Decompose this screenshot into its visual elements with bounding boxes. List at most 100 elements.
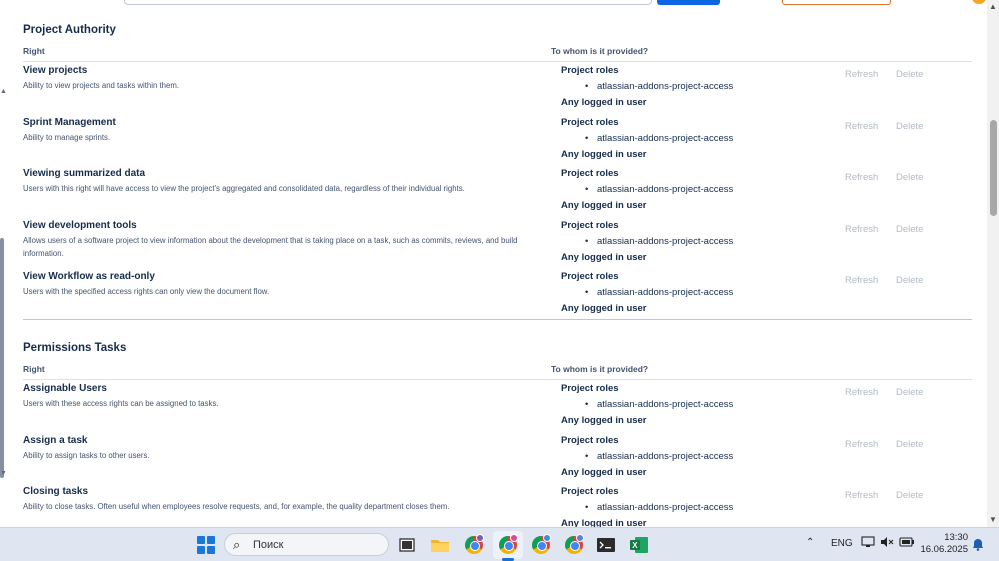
- refresh-button[interactable]: Refresh: [845, 69, 878, 80]
- role-item: atlassian-addons-project-access: [585, 184, 733, 195]
- table-row: Viewing summarized data Users with this …: [23, 168, 972, 220]
- right-description: Ability to close tasks. Often useful whe…: [23, 502, 450, 511]
- clock-time: 13:30: [944, 532, 968, 543]
- refresh-button[interactable]: Refresh: [845, 439, 878, 450]
- terminal-icon[interactable]: [594, 534, 618, 556]
- system-clock[interactable]: 13:30 16.06.2025: [920, 532, 968, 556]
- chrome-icon[interactable]: [496, 534, 520, 556]
- task-view-icon[interactable]: [395, 534, 419, 556]
- refresh-button[interactable]: Refresh: [845, 224, 878, 235]
- any-logged-in-label: Any logged in user: [561, 251, 647, 263]
- speaker-muted-icon[interactable]: [880, 536, 894, 551]
- role-item: atlassian-addons-project-access: [585, 502, 733, 513]
- table-row: Closing tasks Ability to close tasks. Of…: [23, 486, 972, 527]
- role-item: atlassian-addons-project-access: [585, 236, 733, 247]
- refresh-button[interactable]: Refresh: [845, 275, 878, 286]
- column-header-whom: To whom is it provided?: [551, 46, 649, 56]
- left-scrollbar-thumb[interactable]: [0, 238, 4, 478]
- project-roles-label: Project roles: [561, 168, 619, 179]
- file-explorer-icon[interactable]: [428, 534, 452, 556]
- language-indicator[interactable]: ENG: [831, 538, 853, 549]
- table-row: Assignable Users Users with these access…: [23, 383, 972, 435]
- any-logged-in-label: Any logged in user: [561, 415, 647, 426]
- left-scroll-up-icon[interactable]: ▲: [0, 88, 7, 95]
- top-primary-button[interactable]: [657, 0, 720, 5]
- role-item: atlassian-addons-project-access: [585, 287, 733, 298]
- clock-date: 16.06.2025: [920, 544, 968, 555]
- taskbar-search-box[interactable]: ⌕ Поиск: [224, 533, 389, 556]
- table-row: View development tools Allows users of a…: [23, 220, 972, 272]
- scroll-down-icon[interactable]: ▼: [989, 515, 997, 524]
- battery-icon[interactable]: [899, 536, 915, 551]
- refresh-button[interactable]: Refresh: [845, 490, 878, 501]
- refresh-button[interactable]: Refresh: [845, 172, 878, 183]
- any-logged-in-label: Any logged in user: [561, 303, 647, 314]
- top-outline-button[interactable]: [782, 0, 891, 5]
- table-header: Right To whom is it provided?: [23, 46, 972, 62]
- scroll-up-icon[interactable]: ▲: [989, 2, 997, 11]
- refresh-button[interactable]: Refresh: [845, 121, 878, 132]
- any-logged-in-label: Any logged in user: [561, 200, 647, 211]
- right-description: Ability to assign tasks to other users.: [23, 450, 150, 460]
- chrome-icon[interactable]: [562, 534, 586, 556]
- section-project-authority: Project Authority Right To whom is it pr…: [23, 24, 972, 62]
- any-logged-in-label: Any logged in user: [561, 518, 647, 527]
- project-roles-label: Project roles: [561, 434, 619, 446]
- delete-button[interactable]: Delete: [896, 387, 923, 398]
- project-roles-label: Project roles: [561, 271, 619, 282]
- notification-bell-icon[interactable]: [972, 538, 984, 551]
- delete-button[interactable]: Delete: [896, 69, 923, 80]
- right-name: Closing tasks: [23, 486, 89, 497]
- delete-button[interactable]: Delete: [896, 275, 923, 286]
- delete-button[interactable]: Delete: [896, 224, 923, 235]
- network-icon[interactable]: [861, 536, 875, 551]
- refresh-button[interactable]: Refresh: [845, 387, 878, 398]
- role-item: atlassian-addons-project-access: [585, 81, 733, 92]
- top-toolbar: [0, 0, 999, 8]
- top-search-input[interactable]: [124, 0, 652, 5]
- delete-button[interactable]: Delete: [896, 439, 923, 450]
- any-logged-in-label: Any logged in user: [561, 466, 647, 478]
- section-divider: [23, 319, 972, 320]
- role-item: atlassian-addons-project-access: [585, 451, 733, 462]
- chrome-icon[interactable]: [529, 534, 553, 556]
- table-row: View projects Ability to view projects a…: [23, 65, 972, 117]
- column-header-whom: To whom is it provided?: [551, 364, 649, 374]
- any-logged-in-label: Any logged in user: [561, 148, 647, 160]
- table-header: Right To whom is it provided?: [23, 364, 972, 380]
- taskbar: ⌕ Поиск X ⌃ ENG 13:30 16.06.2025: [0, 527, 999, 561]
- section-title: Permissions Tasks: [23, 342, 127, 354]
- right-description: Users with the specified access rights c…: [23, 287, 270, 296]
- right-name: Sprint Management: [23, 116, 116, 128]
- right-name: View Workflow as read-only: [23, 271, 155, 282]
- start-windows-icon[interactable]: [197, 536, 215, 554]
- table-row: Sprint Management Ability to manage spri…: [23, 117, 972, 169]
- excel-icon[interactable]: X: [627, 534, 651, 556]
- role-item: atlassian-addons-project-access: [585, 133, 733, 144]
- right-name: Assign a task: [23, 434, 88, 446]
- chrome-icon[interactable]: [462, 534, 486, 556]
- delete-button[interactable]: Delete: [896, 490, 923, 501]
- scrollbar-thumb[interactable]: [990, 120, 997, 216]
- right-name: Viewing summarized data: [23, 168, 146, 179]
- right-name: Assignable Users: [23, 383, 107, 394]
- right-description: Ability to manage sprints.: [23, 132, 111, 142]
- delete-button[interactable]: Delete: [896, 121, 923, 132]
- delete-button[interactable]: Delete: [896, 172, 923, 183]
- search-placeholder: Поиск: [253, 539, 284, 551]
- avatar[interactable]: [972, 0, 986, 4]
- right-description: Allows users of a software project to vi…: [23, 235, 518, 258]
- project-roles-label: Project roles: [561, 486, 619, 497]
- page-viewport: ▲ ▼ Project Authority Right To whom is i…: [0, 0, 999, 527]
- section-permissions-tasks: Permissions Tasks Right To whom is it pr…: [23, 342, 972, 380]
- search-icon: ⌕: [233, 537, 241, 552]
- chevron-up-icon[interactable]: ⌃: [806, 537, 814, 548]
- rows-permissions-tasks: Assignable Users Users with these access…: [23, 383, 972, 527]
- left-scroll-down-icon[interactable]: ▼: [0, 470, 7, 477]
- scrollbar-track[interactable]: [987, 0, 999, 527]
- svg-text:X: X: [632, 541, 638, 550]
- table-row: Assign a task Ability to assign tasks to…: [23, 435, 972, 487]
- role-item: atlassian-addons-project-access: [585, 399, 733, 410]
- right-name: View projects: [23, 65, 88, 76]
- right-description: Users with these access rights can be as…: [23, 399, 219, 408]
